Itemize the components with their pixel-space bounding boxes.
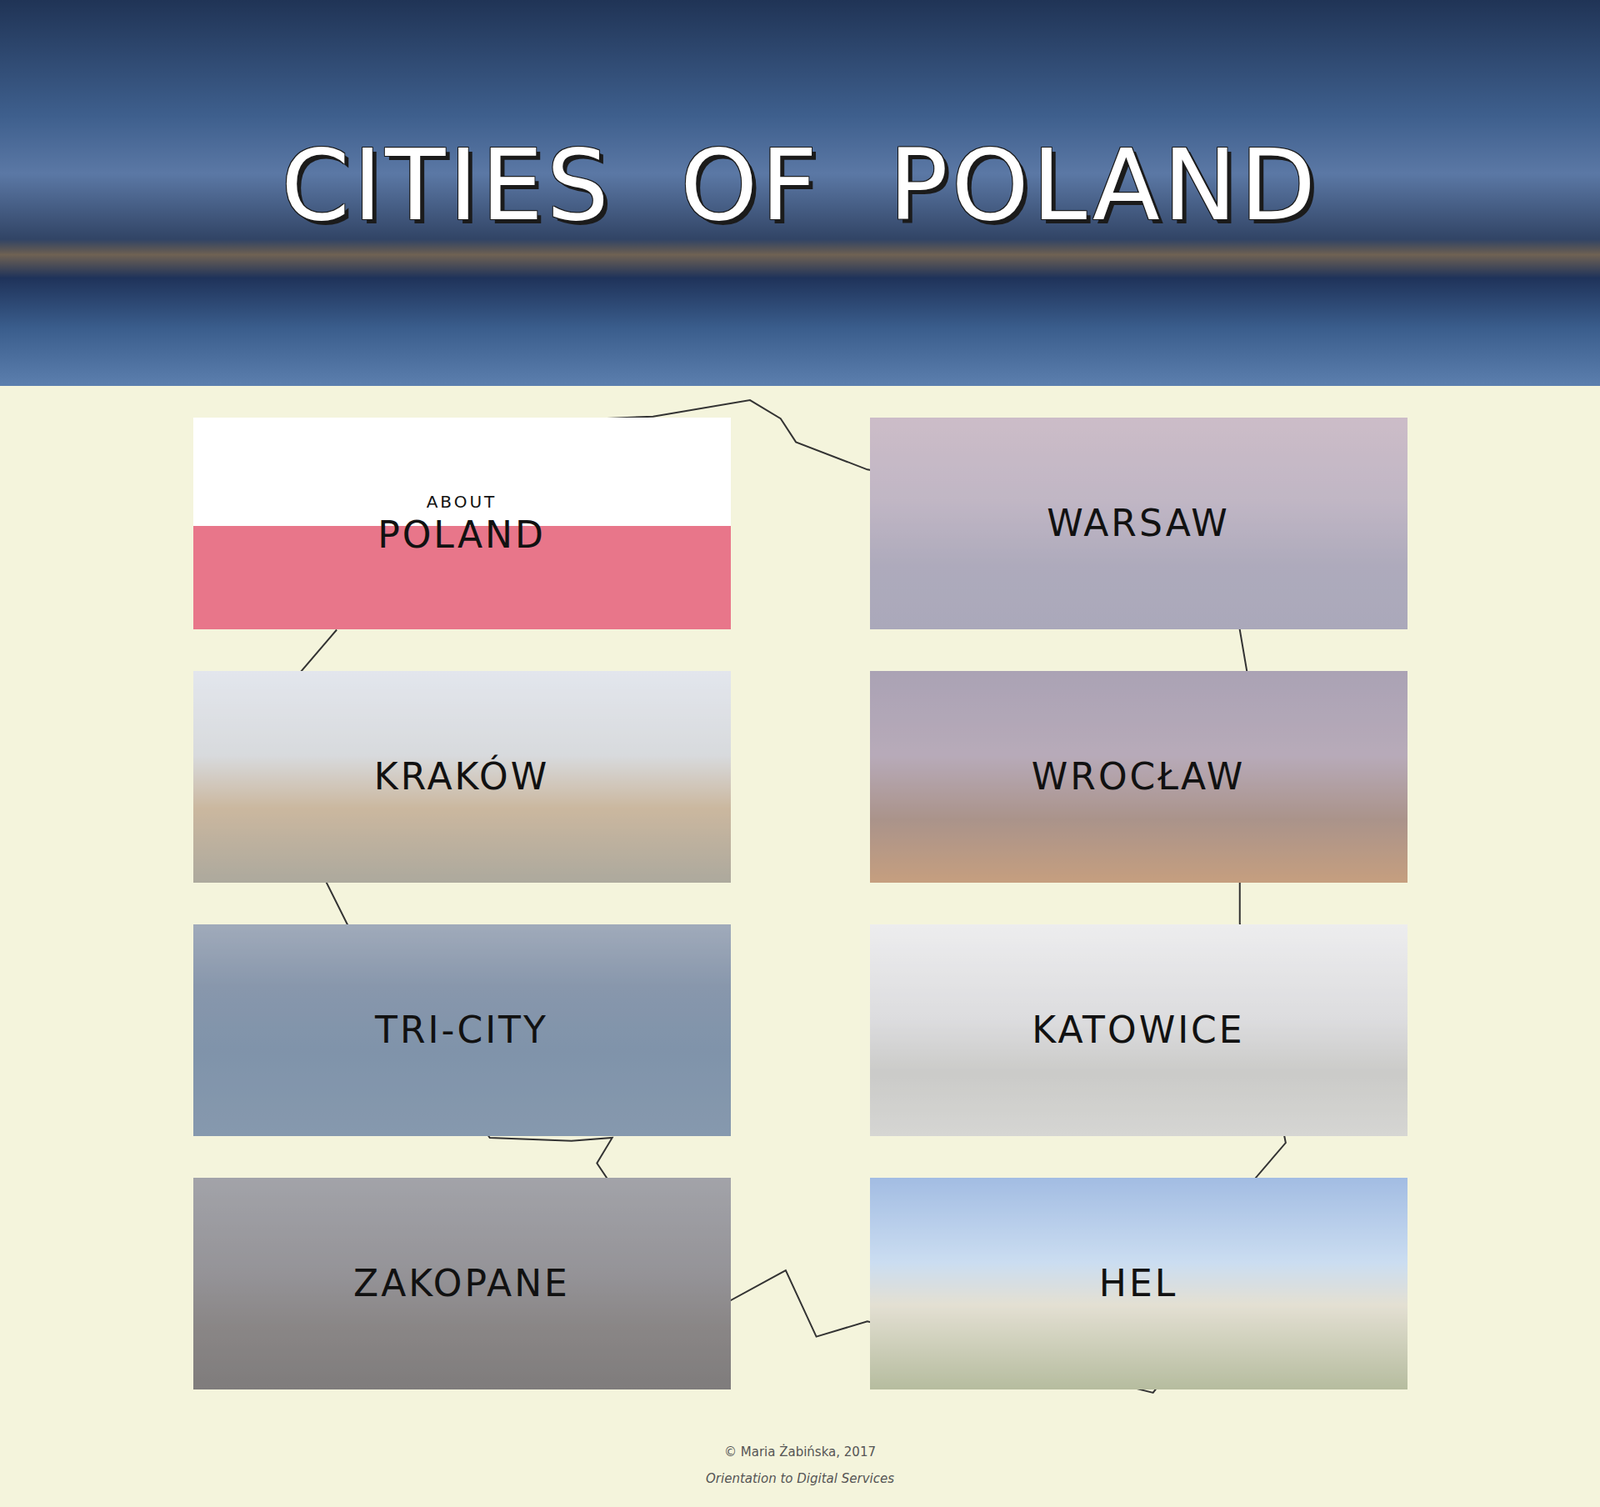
city-card[interactable]: HEL <box>870 1177 1408 1390</box>
page: CITIES OF POLAND ABOUT POLAND WARSAW KRAKÓW W… <box>0 0 1600 1507</box>
city-card[interactable]: KATOWICE <box>870 924 1408 1136</box>
card-sublabel: ABOUT <box>426 491 498 512</box>
about-card[interactable]: ABOUT POLAND <box>193 417 731 630</box>
card-label: WROCŁAW <box>1031 756 1245 797</box>
site-title: CITIES OF POLAND <box>280 127 1320 243</box>
card-label: HEL <box>1099 1263 1178 1304</box>
city-card[interactable]: WARSAW <box>870 417 1408 630</box>
city-grid: ABOUT POLAND WARSAW KRAKÓW WROCŁAW TRI-CITY KA… <box>193 417 1408 1390</box>
card-label: WARSAW <box>1046 503 1230 544</box>
course-text: Orientation to Digital Services <box>705 1470 895 1486</box>
copyright-text: © Maria Żabińska, 2017 <box>724 1444 876 1460</box>
city-card[interactable]: KRAKÓW <box>193 670 731 883</box>
card-label: KRAKÓW <box>374 756 550 797</box>
footer: © Maria Żabińska, 2017 Orientation to Dig… <box>0 1389 1600 1503</box>
city-card[interactable]: WROCŁAW <box>870 670 1408 883</box>
city-section: ABOUT POLAND WARSAW KRAKÓW WROCŁAW TRI-CITY KA… <box>0 385 1600 1390</box>
header-banner: CITIES OF POLAND <box>0 0 1600 386</box>
city-card[interactable]: ZAKOPANE <box>193 1177 731 1390</box>
card-label: TRI-CITY <box>375 1010 549 1050</box>
card-label: POLAND <box>377 515 546 555</box>
city-card[interactable]: TRI-CITY <box>193 924 731 1136</box>
card-label: ZAKOPANE <box>353 1263 570 1304</box>
card-label: KATOWICE <box>1031 1010 1245 1050</box>
